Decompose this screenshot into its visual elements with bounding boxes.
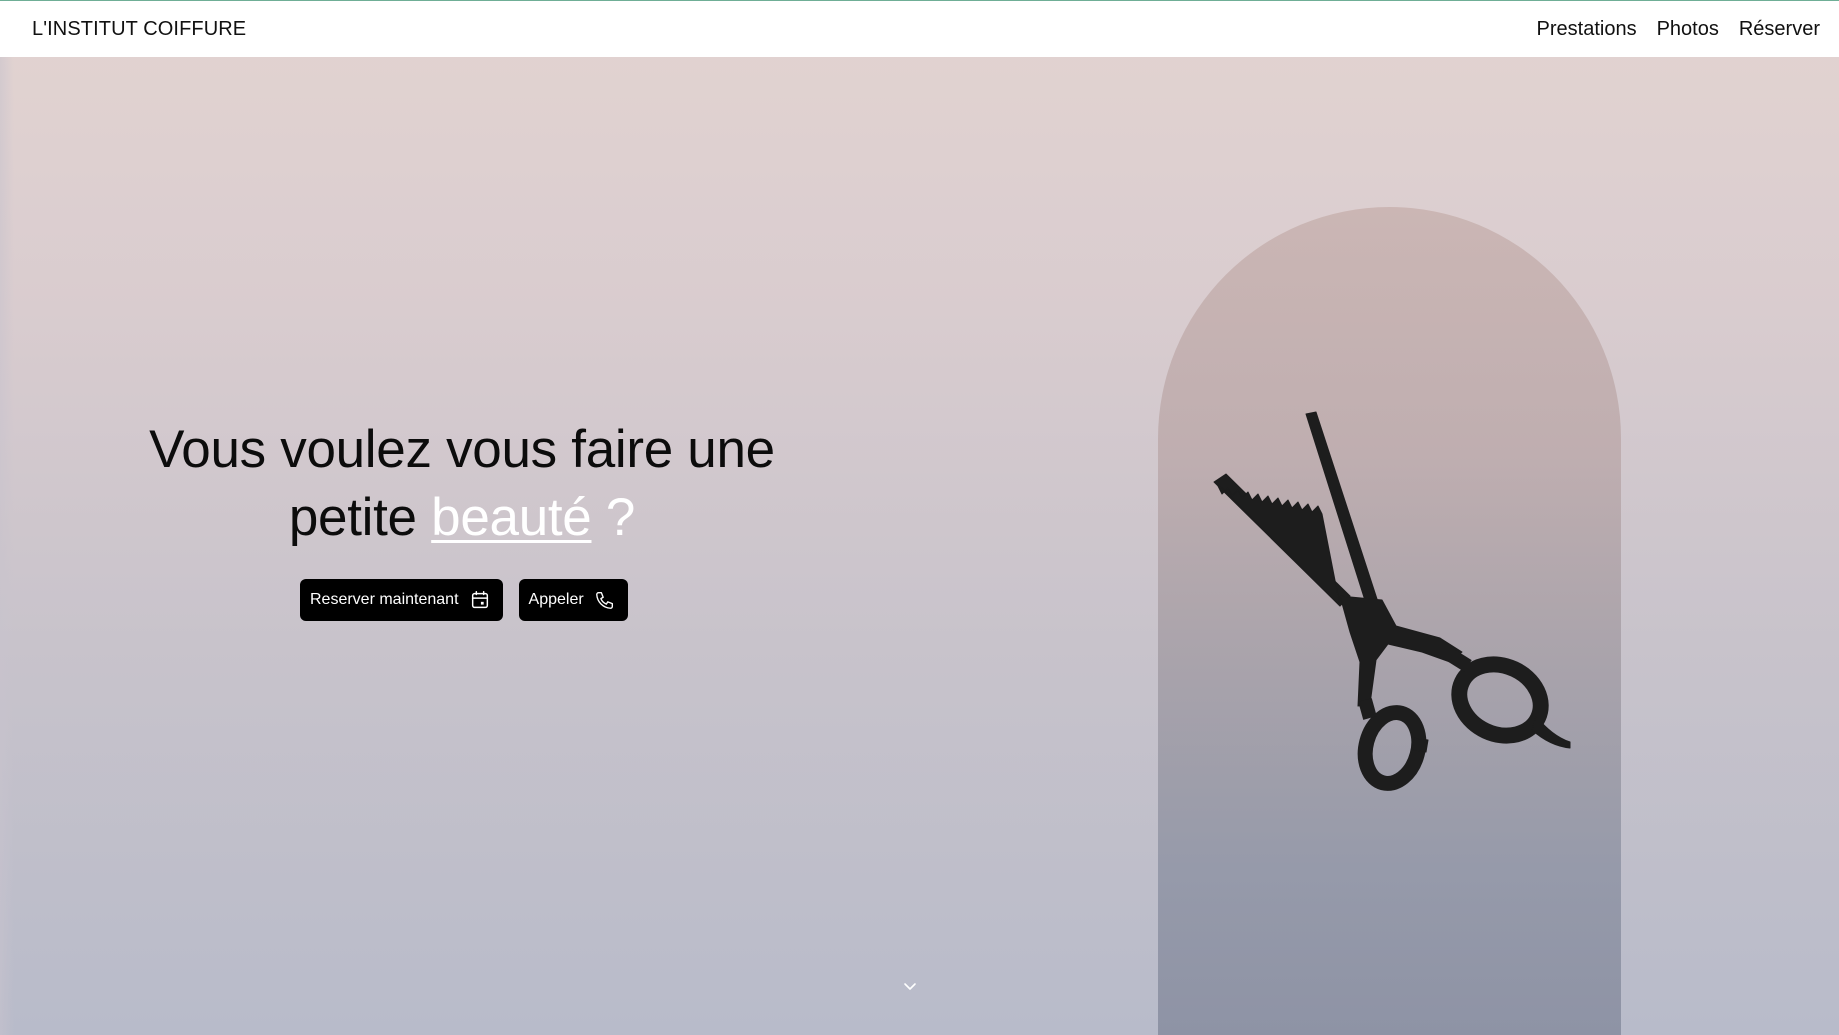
nav-link-prestations[interactable]: Prestations xyxy=(1537,18,1637,41)
hero-title: Vous voulez vous faire une petite beauté… xyxy=(112,416,812,552)
main-nav: Prestations Photos Réserver xyxy=(1537,18,1820,41)
call-button[interactable]: Appeler xyxy=(518,579,628,621)
top-navbar: L'INSTITUT COIFFURE Prestations Photos R… xyxy=(0,0,1839,57)
thinning-scissors-icon xyxy=(1213,411,1571,791)
reserve-now-label: Reserver maintenant xyxy=(310,591,459,608)
nav-link-photos[interactable]: Photos xyxy=(1657,18,1719,41)
brand-logo[interactable]: L'INSTITUT COIFFURE xyxy=(32,18,246,41)
hero-title-prefix: petite xyxy=(288,488,417,547)
hero-actions: Reserver maintenant Appeler xyxy=(300,579,628,621)
chevron-down-icon[interactable] xyxy=(902,978,918,994)
hero-title-line1: Vous voulez vous faire une xyxy=(149,420,775,479)
hero-title-question-mark: ? xyxy=(605,488,636,547)
call-label: Appeler xyxy=(528,591,584,608)
reserve-now-button[interactable]: Reserver maintenant xyxy=(300,579,503,621)
left-edge-shadow xyxy=(0,57,14,1035)
hero-title-highlight: beauté xyxy=(431,488,592,547)
phone-icon xyxy=(595,591,613,609)
nav-link-reserver[interactable]: Réserver xyxy=(1739,18,1820,41)
calendar-icon xyxy=(471,591,488,609)
